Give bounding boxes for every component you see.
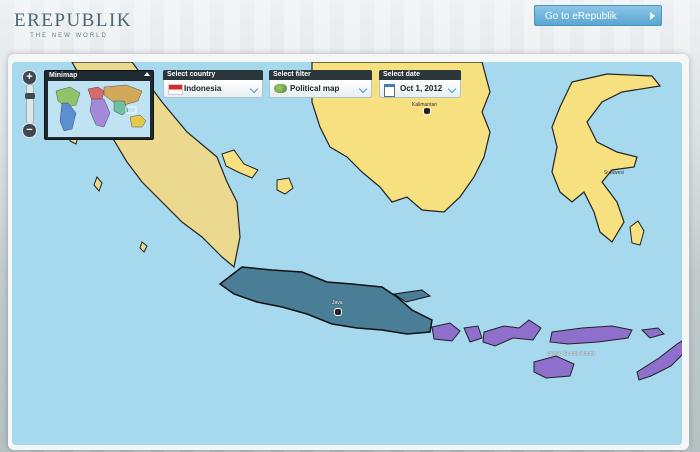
country-dropdown[interactable]: Indonesia bbox=[163, 80, 263, 98]
map-filter-icon bbox=[274, 84, 287, 93]
go-to-erepublik-button[interactable]: Go to eRepublik bbox=[534, 5, 662, 26]
minimap-world bbox=[55, 84, 147, 132]
zoom-in-button[interactable]: + bbox=[22, 70, 37, 85]
zoom-out-button[interactable]: − bbox=[22, 123, 37, 138]
label-kalimantan: Kalimantan bbox=[412, 102, 438, 108]
select-country-title: Select country bbox=[163, 70, 263, 80]
city-marker-java[interactable] bbox=[334, 308, 342, 316]
logo-tagline: THE NEW WORLD bbox=[30, 33, 108, 39]
date-dropdown[interactable]: Oct 1, 2012 bbox=[379, 80, 461, 98]
select-country-panel[interactable]: Select country Indonesia bbox=[163, 70, 263, 98]
label-java: Java bbox=[332, 300, 343, 306]
arrow-right-icon bbox=[650, 12, 655, 20]
zoom-slider-handle[interactable] bbox=[25, 93, 35, 99]
erepublik-logo[interactable]: EREPUBLIK THE NEW WORLD bbox=[14, 10, 132, 46]
label-sulawesi: Sulawesi bbox=[604, 170, 625, 176]
chevron-down-icon bbox=[447, 84, 457, 94]
filter-value: Political map bbox=[290, 84, 340, 93]
city-marker-kalimantan[interactable] bbox=[423, 107, 431, 115]
minimap-view[interactable] bbox=[48, 81, 150, 137]
date-value: Oct 1, 2012 bbox=[400, 84, 443, 93]
label-lesser-sunda: Lesser Sunda Islands bbox=[547, 351, 596, 357]
chevron-down-icon bbox=[249, 84, 259, 94]
collapse-icon[interactable] bbox=[144, 72, 150, 76]
zoom-control[interactable]: + − bbox=[21, 70, 37, 138]
logo-text: EREPUBLIK bbox=[14, 10, 132, 31]
go-button-label: Go to eRepublik bbox=[545, 11, 617, 22]
select-date-title: Select date bbox=[379, 70, 461, 80]
chevron-down-icon bbox=[358, 84, 368, 94]
country-value: Indonesia bbox=[184, 84, 222, 93]
select-filter-title: Select filter bbox=[269, 70, 372, 80]
zoom-slider-track[interactable] bbox=[25, 84, 35, 124]
calendar-icon bbox=[384, 84, 395, 97]
select-date-panel[interactable]: Select date Oct 1, 2012 bbox=[379, 70, 461, 98]
indonesia-flag-icon bbox=[168, 84, 183, 95]
select-filter-panel[interactable]: Select filter Political map bbox=[269, 70, 372, 98]
minimap-title: Minimap bbox=[49, 72, 78, 79]
filter-dropdown[interactable]: Political map bbox=[269, 80, 372, 98]
minimap[interactable]: Minimap bbox=[44, 70, 154, 140]
